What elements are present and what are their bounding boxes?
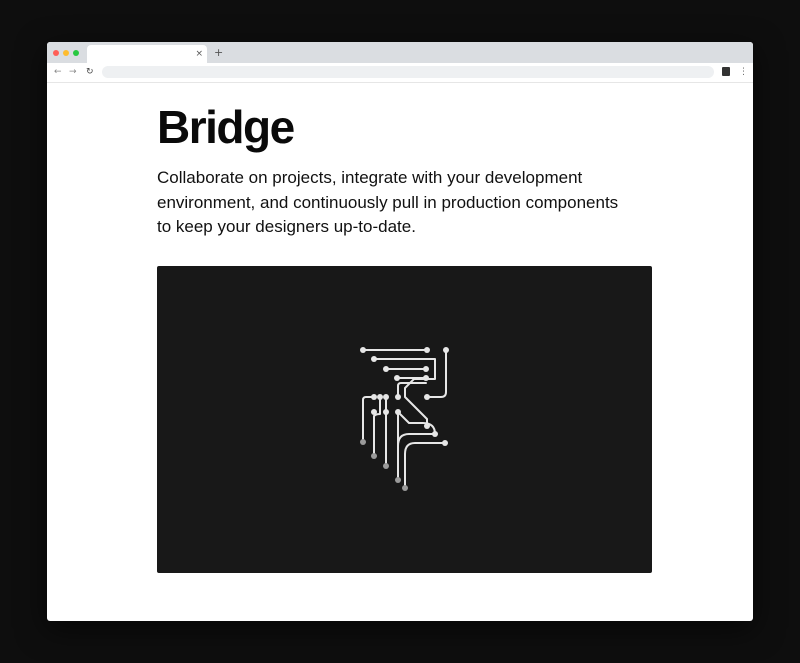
page-title: Bridge [157, 101, 295, 153]
maximize-window-button[interactable] [73, 50, 79, 56]
close-window-button[interactable] [53, 50, 59, 56]
page-content: Bridge Collaborate on projects, integrat… [47, 82, 753, 621]
browser-tab[interactable]: × [87, 45, 207, 63]
browser-toolbar: ← → ↻ ⋮ [47, 63, 753, 83]
arrow-right-icon[interactable]: → [69, 65, 77, 79]
hero-image [157, 266, 652, 573]
extension-icon[interactable] [722, 67, 730, 76]
tab-strip: × + [47, 42, 753, 63]
reload-icon[interactable]: ↻ [86, 65, 94, 79]
kebab-menu-icon[interactable]: ⋮ [739, 65, 748, 79]
browser-window: × + ← → ↻ ⋮ Bridge Collaborate on projec… [47, 42, 753, 621]
page-description: Collaborate on projects, integrate with … [157, 168, 619, 236]
arrow-left-icon[interactable]: ← [54, 65, 62, 79]
close-icon[interactable]: × [195, 48, 203, 60]
circuit-traces-icon [360, 347, 449, 491]
plus-icon[interactable]: + [214, 46, 223, 59]
minimize-window-button[interactable] [63, 50, 69, 56]
address-bar[interactable] [102, 66, 714, 78]
